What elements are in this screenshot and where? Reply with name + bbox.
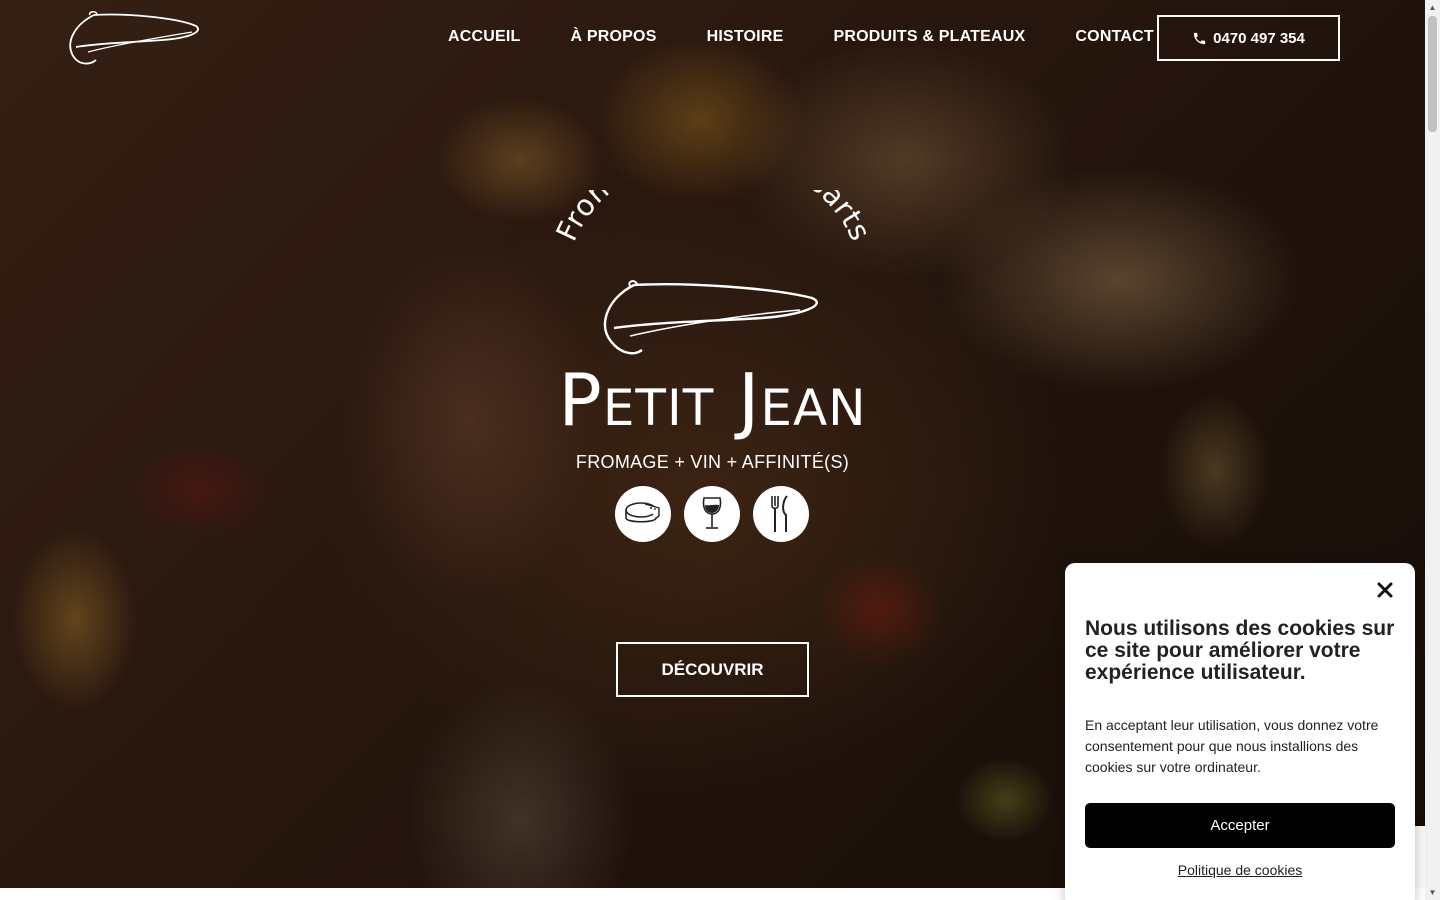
scroll-up-arrow-icon[interactable]: ▲	[1425, 0, 1440, 15]
phone-number: 0470 497 354	[1213, 29, 1305, 47]
cheese-icon	[615, 486, 671, 542]
discover-button[interactable]: DÉCOUVRIR	[616, 642, 809, 697]
nav-item-accueil[interactable]: ACCUEIL	[448, 26, 521, 48]
site-logo[interactable]	[68, 10, 204, 66]
accept-cookies-button[interactable]: Accepter	[1085, 803, 1395, 848]
svg-text:Fromagerie des Essarts: Fromagerie des Essarts	[549, 190, 878, 246]
brand-block: Fromagerie des Essarts Petit Jean FROMAG…	[540, 190, 885, 560]
scroll-down-arrow-icon[interactable]: ▼	[1425, 885, 1440, 900]
nav-item-contact[interactable]: CONTACT	[1075, 26, 1153, 48]
cookie-policy-link[interactable]: Politique de cookies	[1065, 862, 1415, 878]
brand-tagline: FROMAGE + VIN + AFFINITÉ(S)	[575, 452, 850, 472]
close-icon[interactable]	[1374, 579, 1396, 601]
cookie-description: En acceptant leur utilisation, vous donn…	[1085, 717, 1379, 775]
nav-item-a-propos[interactable]: À PROPOS	[571, 26, 657, 48]
page-scrollbar[interactable]: ▲ ▼	[1425, 0, 1440, 900]
cutlery-icon	[753, 486, 809, 542]
phone-button[interactable]: 0470 497 354	[1157, 15, 1340, 61]
brand-arc-label: Fromagerie des Essarts	[549, 190, 877, 246]
nav-item-histoire[interactable]: HISTOIRE	[707, 26, 784, 48]
brand-name: Petit Jean	[558, 358, 867, 442]
main-nav: ACCUEIL À PROPOS HISTOIRE PRODUITS & PLA…	[448, 26, 1204, 48]
cookie-title: Nous utilisons des cookies sur ce site p…	[1085, 617, 1395, 684]
brand-icons	[615, 486, 809, 542]
brand-logo	[603, 280, 818, 355]
scroll-thumb[interactable]	[1428, 16, 1437, 132]
wine-glass-icon	[684, 486, 740, 542]
phone-icon	[1193, 32, 1206, 44]
cookie-banner: Nous utilisons des cookies sur ce site p…	[1065, 563, 1415, 900]
nav-item-produits-plateaux[interactable]: PRODUITS & PLATEAUX	[833, 26, 1025, 48]
